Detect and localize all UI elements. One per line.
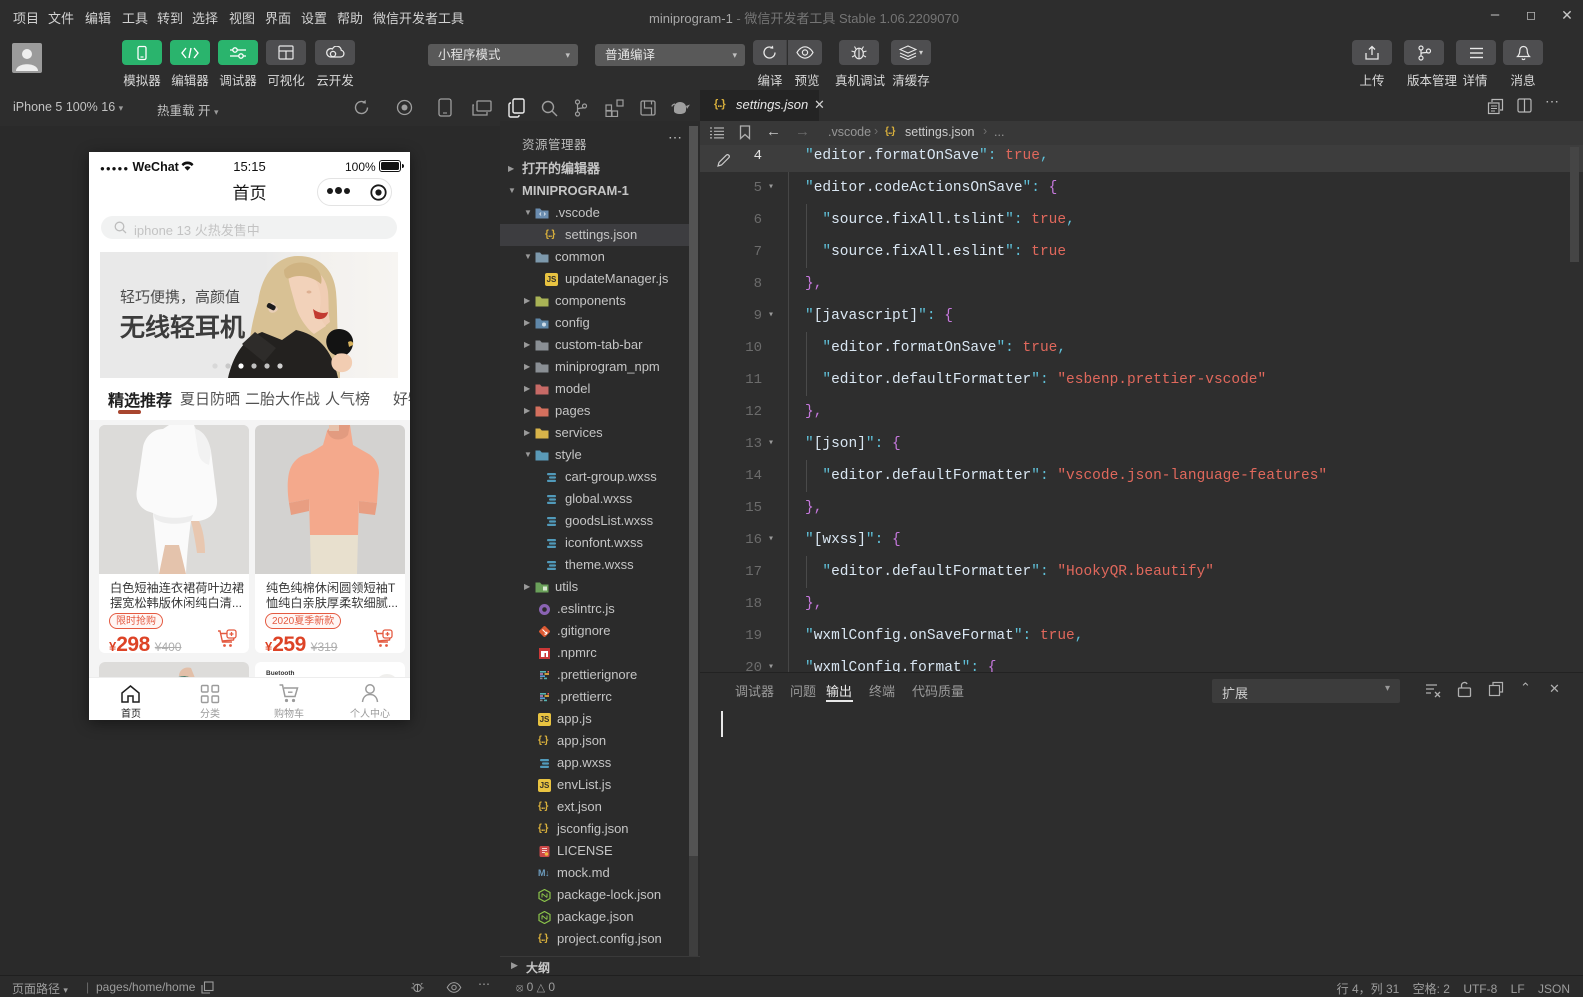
svg-text:轻巧便携，高颜值: 轻巧便携，高颜值	[120, 289, 240, 306]
svg-text:无线轻耳机: 无线轻耳机	[120, 313, 245, 342]
